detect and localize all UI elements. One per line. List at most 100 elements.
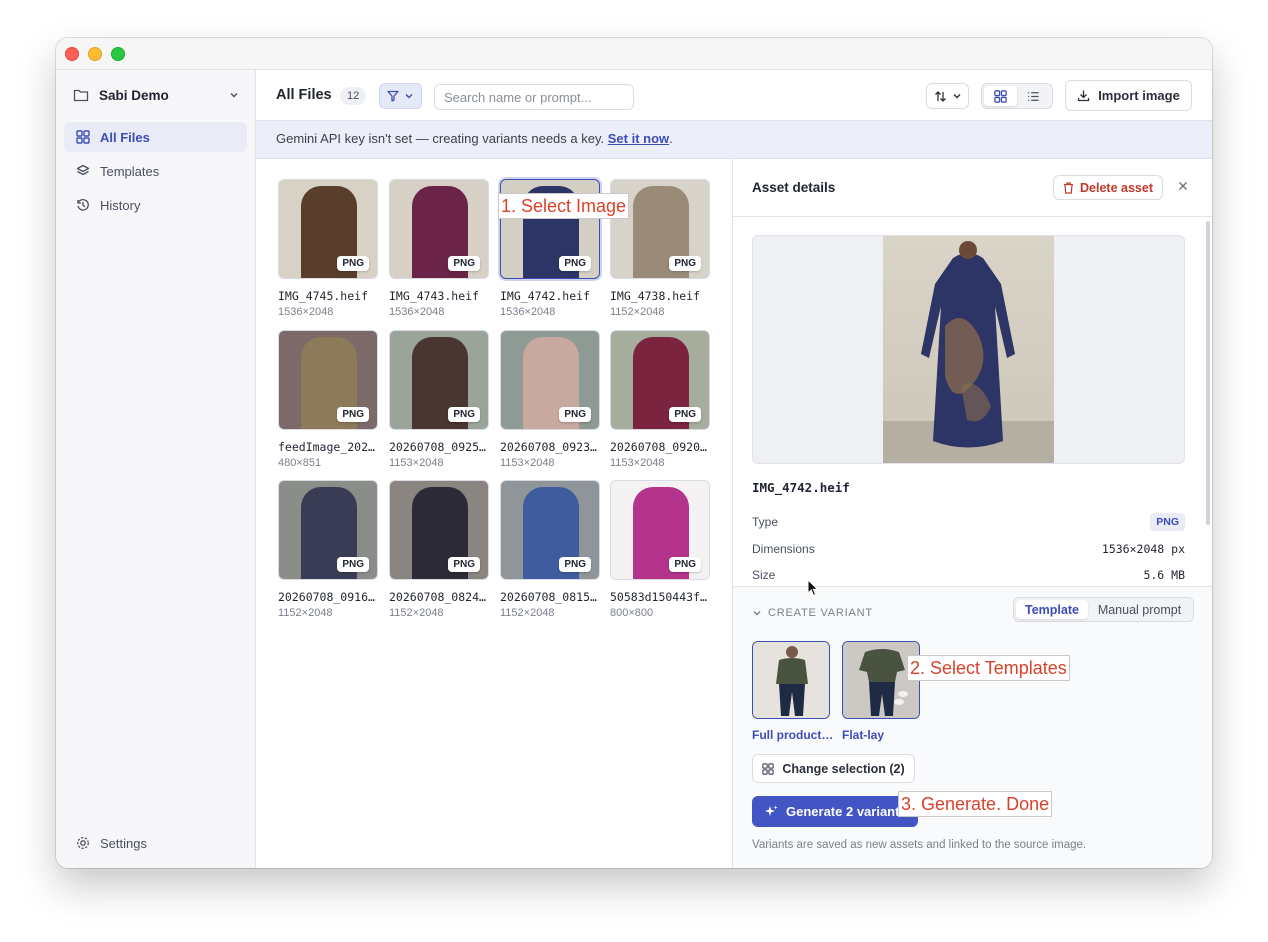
set-api-key-link[interactable]: Set it now xyxy=(608,131,669,146)
file-thumbnail[interactable]: PNG xyxy=(389,330,489,430)
chevron-down-icon xyxy=(753,611,761,616)
delete-label: Delete asset xyxy=(1080,180,1153,195)
meta-value: 5.6 MB xyxy=(1143,568,1185,582)
sidebar-item-settings[interactable]: Settings xyxy=(64,828,147,858)
sort-button[interactable] xyxy=(926,83,969,109)
file-thumbnail[interactable]: PNG xyxy=(278,480,378,580)
import-label: Import image xyxy=(1098,88,1180,103)
page-title: All Files xyxy=(276,87,332,103)
file-tile[interactable]: PNG IMG_4745.heif 1536×2048 xyxy=(278,179,378,318)
file-tile[interactable]: PNG 20260708_0925… 1153×2048 xyxy=(389,330,489,469)
banner-tail: . xyxy=(669,131,673,146)
file-name: IMG_4738.heif xyxy=(610,289,701,303)
sidebar-item-label: Templates xyxy=(100,163,160,179)
generate-variants-button[interactable]: Generate 2 variants xyxy=(752,796,918,827)
file-count-badge: 12 xyxy=(340,87,367,105)
gear-icon xyxy=(77,837,89,849)
file-thumbnail[interactable]: PNG xyxy=(500,480,600,580)
sparkles-icon xyxy=(765,805,778,816)
list-icon xyxy=(1028,91,1039,101)
file-name: 20260708_0920… xyxy=(610,440,707,454)
api-key-banner: Gemini API key isn't set — creating vari… xyxy=(256,121,1212,159)
file-thumbnail[interactable]: PNG xyxy=(389,179,489,279)
file-tile[interactable]: PNG feedImage_202… 480×851 xyxy=(278,330,378,469)
history-icon xyxy=(77,199,89,211)
file-thumbnail[interactable]: PNG xyxy=(500,330,600,430)
section-label: CREATE VARIANT xyxy=(768,607,873,619)
file-type-badge: PNG xyxy=(559,557,591,572)
file-tile[interactable]: PNG 20260708_0923… 1153×2048 xyxy=(500,330,600,469)
template-label: Full product… xyxy=(752,728,834,742)
grid-icon xyxy=(76,130,90,144)
file-dimensions: 1152×2048 xyxy=(500,607,555,619)
file-name: IMG_4745.heif xyxy=(278,289,369,303)
file-thumbnail[interactable]: PNG xyxy=(610,330,710,430)
folder-icon xyxy=(73,89,89,102)
close-icon[interactable] xyxy=(1175,178,1191,194)
annotation-step-2: 2. Select Templates xyxy=(907,655,1070,681)
file-dimensions: 480×851 xyxy=(278,457,322,469)
template-label: Flat-lay xyxy=(842,728,885,742)
file-name: 20260708_0925… xyxy=(389,440,486,454)
file-thumbnail[interactable]: PNG xyxy=(278,179,378,279)
file-type-badge: PNG xyxy=(448,557,480,572)
template-card[interactable]: Full product… xyxy=(752,641,834,742)
file-thumbnail[interactable]: PNG xyxy=(610,480,710,580)
variant-mode-toggle: Template Manual prompt xyxy=(1013,597,1194,622)
panel-header: Asset details Delete asset xyxy=(733,159,1212,217)
file-thumbnail[interactable]: PNG xyxy=(278,330,378,430)
filter-button[interactable] xyxy=(379,83,422,109)
file-name: 20260708_0824… xyxy=(389,590,486,604)
file-grid: PNG IMG_4745.heif 1536×2048 PNG IMG_4743… xyxy=(256,159,732,868)
filter-icon xyxy=(387,90,399,102)
import-image-button[interactable]: Import image xyxy=(1065,80,1192,111)
layers-icon xyxy=(76,164,90,176)
sidebar-item-all-files[interactable]: All Files xyxy=(64,122,247,152)
sidebar-item-history[interactable]: History xyxy=(64,190,247,220)
file-tile[interactable]: PNG 20260708_0815… 1152×2048 xyxy=(500,480,600,619)
panel-title: Asset details xyxy=(752,180,836,195)
minimize-window-button[interactable] xyxy=(88,47,102,61)
manual-prompt-mode-tab[interactable]: Manual prompt xyxy=(1088,600,1191,619)
zoom-window-button[interactable] xyxy=(111,47,125,61)
chevron-down-icon xyxy=(953,94,960,99)
file-tile[interactable]: PNG 20260708_0916… 1152×2048 xyxy=(278,480,378,619)
file-type-badge: PNG xyxy=(559,256,591,271)
dress-illustration xyxy=(883,241,1054,463)
template-thumbnail[interactable] xyxy=(752,641,830,719)
file-tile[interactable]: PNG 20260708_0920… 1153×2048 xyxy=(610,330,710,469)
file-tile[interactable]: PNG 20260708_0824… 1152×2048 xyxy=(389,480,489,619)
sidebar-item-label: All Files xyxy=(100,129,150,145)
template-mode-tab[interactable]: Template xyxy=(1016,600,1088,619)
file-dimensions: 1536×2048 xyxy=(389,306,445,318)
download-icon xyxy=(1078,90,1090,102)
file-type-badge: PNG xyxy=(559,407,591,422)
grid-icon xyxy=(994,89,1007,103)
file-name: feedImage_202… xyxy=(278,440,375,454)
annotation-step-3: 3. Generate. Done xyxy=(898,791,1053,817)
change-selection-button[interactable]: Change selection (2) xyxy=(752,754,915,783)
banner-text: Gemini API key isn't set — creating vari… xyxy=(276,131,608,146)
type-badge: PNG xyxy=(1150,513,1185,531)
sidebar-item-label: History xyxy=(100,197,141,213)
file-name: 20260708_0815… xyxy=(500,590,597,604)
list-view-button[interactable] xyxy=(1017,86,1050,106)
file-thumbnail[interactable]: PNG xyxy=(389,480,489,580)
create-variant-toggle[interactable]: CREATE VARIANT xyxy=(752,607,873,619)
file-type-badge: PNG xyxy=(337,256,369,271)
file-dimensions: 1536×2048 xyxy=(278,306,334,318)
file-tile[interactable]: PNG 50583d150443f… 800×800 xyxy=(610,480,710,619)
file-dimensions: 1152×2048 xyxy=(389,607,444,619)
panel-scrollbar[interactable] xyxy=(1206,221,1210,525)
file-type-badge: PNG xyxy=(448,407,480,422)
sidebar-item-templates[interactable]: Templates xyxy=(64,156,247,186)
workspace-switcher[interactable]: Sabi Demo xyxy=(64,80,248,110)
meta-type-row: Type PNG xyxy=(752,513,1185,533)
delete-asset-button[interactable]: Delete asset xyxy=(1053,175,1163,200)
search-input[interactable] xyxy=(434,84,634,110)
file-type-badge: PNG xyxy=(669,256,701,271)
trash-icon xyxy=(1064,181,1074,194)
close-window-button[interactable] xyxy=(65,47,79,61)
file-tile[interactable]: PNG IMG_4743.heif 1536×2048 xyxy=(389,179,489,318)
grid-view-button[interactable] xyxy=(984,86,1017,106)
